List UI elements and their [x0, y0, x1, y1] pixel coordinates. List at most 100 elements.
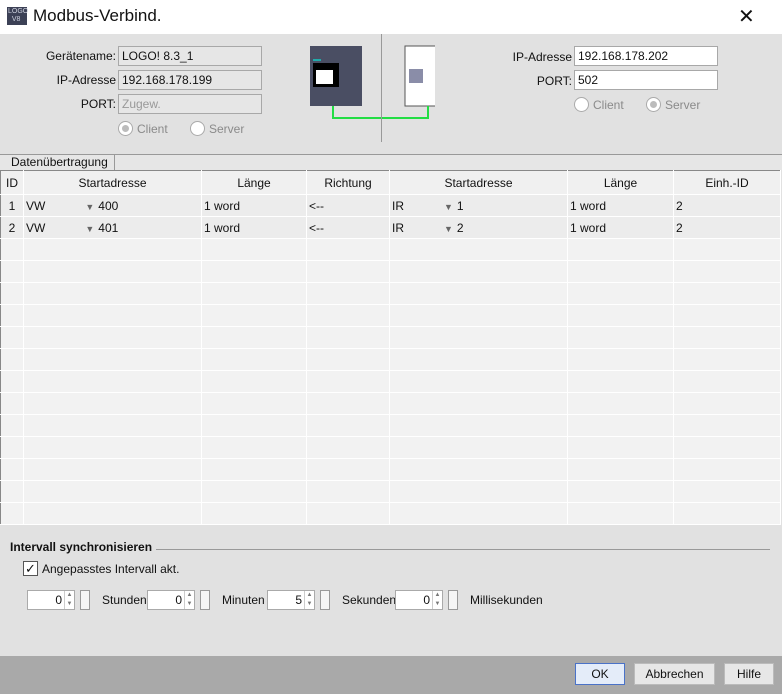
- empty-cell[interactable]: [0, 370, 24, 393]
- empty-row[interactable]: [0, 348, 781, 371]
- empty-cell[interactable]: [201, 480, 307, 503]
- empty-cell[interactable]: [23, 370, 202, 393]
- empty-cell[interactable]: [389, 304, 568, 327]
- cell-direction[interactable]: <--: [306, 194, 390, 217]
- empty-cell[interactable]: [567, 304, 674, 327]
- empty-cell[interactable]: [389, 348, 568, 371]
- empty-cell[interactable]: [673, 282, 781, 305]
- empty-cell[interactable]: [567, 238, 674, 261]
- empty-row[interactable]: [0, 282, 781, 305]
- empty-cell[interactable]: [673, 326, 781, 349]
- empty-cell[interactable]: [23, 348, 202, 371]
- empty-cell[interactable]: [673, 436, 781, 459]
- empty-cell[interactable]: [567, 502, 674, 525]
- cell-unit-id[interactable]: 2: [673, 194, 781, 217]
- col-remote-start[interactable]: Startadresse: [389, 170, 568, 195]
- custom-interval-checkbox[interactable]: ✓: [23, 561, 38, 576]
- col-direction[interactable]: Richtung: [306, 170, 390, 195]
- ms-slider[interactable]: [448, 590, 458, 610]
- empty-cell[interactable]: [673, 370, 781, 393]
- spin-arrows-icon[interactable]: ▲ ▼: [64, 591, 74, 609]
- table-row[interactable]: 1 VW ▼ 400 1 word <-- IR ▼ 1 1 word 2: [0, 194, 781, 217]
- local-port-field[interactable]: Zugew.: [118, 94, 262, 114]
- remote-server-radio[interactable]: Server: [646, 97, 700, 112]
- remote-ip-field[interactable]: 192.168.178.202: [574, 46, 718, 66]
- empty-cell[interactable]: [567, 348, 674, 371]
- remote-addr[interactable]: 1: [457, 199, 464, 213]
- col-id[interactable]: ID: [0, 170, 24, 195]
- empty-cell[interactable]: [567, 436, 674, 459]
- empty-cell[interactable]: [23, 436, 202, 459]
- help-button[interactable]: Hilfe: [724, 663, 774, 685]
- empty-cell[interactable]: [673, 392, 781, 415]
- empty-cell[interactable]: [673, 238, 781, 261]
- empty-row[interactable]: [0, 260, 781, 283]
- empty-cell[interactable]: [0, 260, 24, 283]
- empty-cell[interactable]: [389, 326, 568, 349]
- empty-cell[interactable]: [567, 480, 674, 503]
- empty-cell[interactable]: [673, 304, 781, 327]
- empty-cell[interactable]: [673, 414, 781, 437]
- cell-unit-id[interactable]: 2: [673, 216, 781, 239]
- spin-arrows-icon[interactable]: ▲ ▼: [432, 591, 442, 609]
- empty-cell[interactable]: [306, 348, 390, 371]
- empty-cell[interactable]: [567, 282, 674, 305]
- empty-row[interactable]: [0, 326, 781, 349]
- empty-cell[interactable]: [389, 458, 568, 481]
- cell-remote-start[interactable]: IR ▼ 2: [389, 216, 568, 239]
- empty-cell[interactable]: [23, 414, 202, 437]
- empty-row[interactable]: [0, 238, 781, 261]
- empty-cell[interactable]: [673, 458, 781, 481]
- dropdown-icon[interactable]: ▼: [85, 224, 94, 234]
- local-ip-field[interactable]: 192.168.178.199: [118, 70, 262, 90]
- empty-cell[interactable]: [23, 392, 202, 415]
- empty-cell[interactable]: [23, 502, 202, 525]
- empty-cell[interactable]: [306, 502, 390, 525]
- spin-arrows-icon[interactable]: ▲ ▼: [184, 591, 194, 609]
- empty-cell[interactable]: [673, 502, 781, 525]
- empty-cell[interactable]: [389, 238, 568, 261]
- cancel-button[interactable]: Abbrechen: [634, 663, 715, 685]
- empty-cell[interactable]: [23, 458, 202, 481]
- empty-cell[interactable]: [306, 436, 390, 459]
- cell-remote-start[interactable]: IR ▼ 1: [389, 194, 568, 217]
- col-remote-length[interactable]: Länge: [567, 170, 674, 195]
- device-name-field[interactable]: LOGO! 8.3_1: [118, 46, 262, 66]
- empty-cell[interactable]: [0, 458, 24, 481]
- dropdown-icon[interactable]: ▼: [444, 202, 453, 212]
- empty-cell[interactable]: [0, 326, 24, 349]
- empty-cell[interactable]: [389, 260, 568, 283]
- empty-cell[interactable]: [23, 260, 202, 283]
- col-local-start[interactable]: Startadresse: [23, 170, 202, 195]
- empty-cell[interactable]: [201, 282, 307, 305]
- empty-cell[interactable]: [201, 348, 307, 371]
- empty-cell[interactable]: [306, 458, 390, 481]
- empty-cell[interactable]: [673, 348, 781, 371]
- empty-cell[interactable]: [567, 414, 674, 437]
- cell-local-start[interactable]: VW ▼ 400: [23, 194, 202, 217]
- empty-row[interactable]: [0, 414, 781, 437]
- empty-row[interactable]: [0, 436, 781, 459]
- remote-addr[interactable]: 2: [457, 221, 464, 235]
- hours-slider[interactable]: [80, 590, 90, 610]
- dropdown-icon[interactable]: ▼: [444, 224, 453, 234]
- empty-cell[interactable]: [306, 326, 390, 349]
- remote-type[interactable]: IR: [392, 199, 404, 213]
- empty-cell[interactable]: [201, 502, 307, 525]
- empty-cell[interactable]: [306, 480, 390, 503]
- table-row[interactable]: 2 VW ▼ 401 1 word <-- IR ▼ 2 1 word 2: [0, 216, 781, 239]
- empty-cell[interactable]: [0, 414, 24, 437]
- cell-local-length[interactable]: 1 word: [201, 194, 307, 217]
- empty-cell[interactable]: [201, 304, 307, 327]
- cell-remote-length[interactable]: 1 word: [567, 194, 674, 217]
- empty-cell[interactable]: [389, 480, 568, 503]
- empty-cell[interactable]: [389, 370, 568, 393]
- empty-cell[interactable]: [0, 480, 24, 503]
- empty-cell[interactable]: [306, 414, 390, 437]
- remote-port-field[interactable]: 502: [574, 70, 718, 90]
- cell-local-length[interactable]: 1 word: [201, 216, 307, 239]
- empty-row[interactable]: [0, 502, 781, 525]
- empty-cell[interactable]: [306, 370, 390, 393]
- empty-cell[interactable]: [389, 414, 568, 437]
- local-addr[interactable]: 401: [98, 221, 118, 235]
